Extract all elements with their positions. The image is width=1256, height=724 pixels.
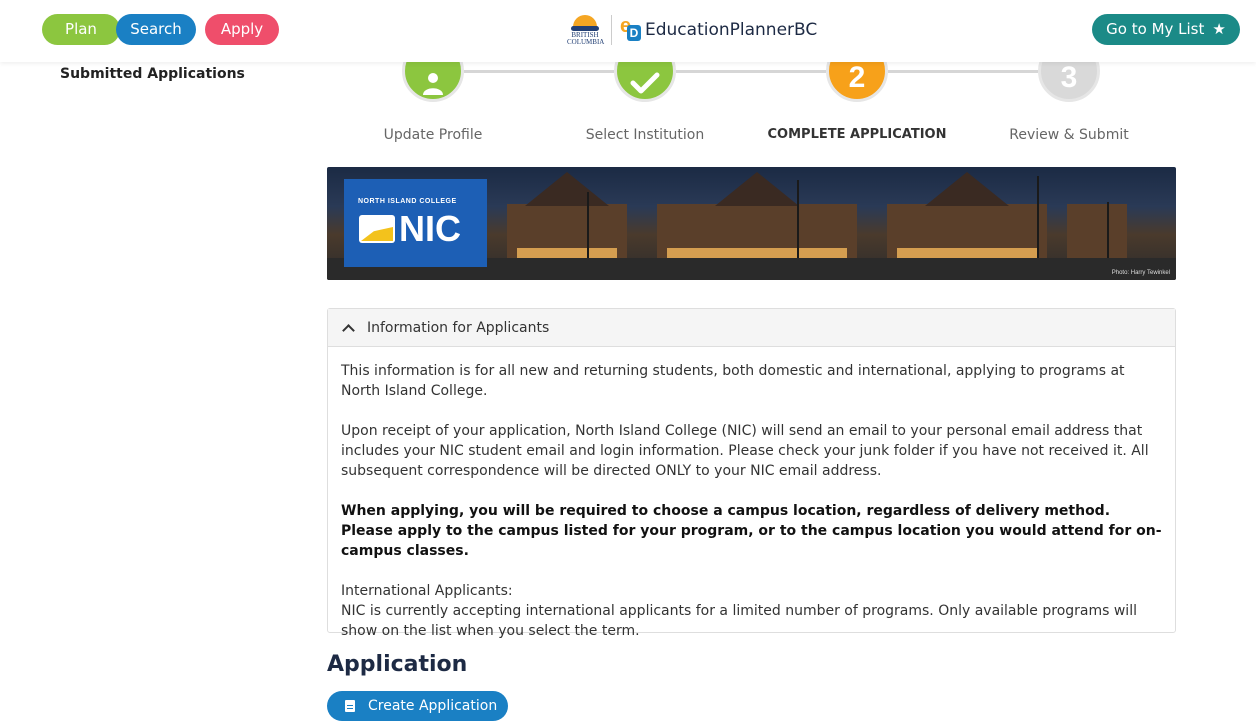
step-complete-application-circle: 2 <box>826 62 888 102</box>
user-icon <box>423 73 443 95</box>
info-paragraph: NIC is currently accepting international… <box>341 603 1137 639</box>
step-label-review-submit: Review & Submit <box>1009 127 1129 143</box>
application-heading: Application <box>327 652 468 677</box>
information-panel-toggle[interactable]: Information for Applicants <box>328 309 1175 347</box>
information-panel-title: Information for Applicants <box>367 319 550 336</box>
information-panel-body: This information is for all new and retu… <box>328 347 1175 641</box>
step-review-submit-circle: 3 <box>1038 62 1100 102</box>
college-banner-image: NORTH ISLAND COLLEGE NIC Photo: Harry Te… <box>327 167 1176 280</box>
search-nav-button[interactable]: Search <box>116 14 196 45</box>
create-application-label: Create Application <box>368 698 498 714</box>
nic-logo-text: NIC <box>399 208 461 249</box>
step-label-complete-application: COMPLETE APPLICATION <box>767 127 947 142</box>
info-paragraph-campus-notice: When applying, you will be required to c… <box>341 503 1162 559</box>
info-paragraph-international-heading: International Applicants: <box>341 583 513 599</box>
info-paragraph: This information is for all new and retu… <box>341 363 1125 399</box>
info-paragraph: Upon receipt of your application, North … <box>341 423 1149 479</box>
step-number: 3 <box>1060 62 1078 94</box>
application-progress-stepper: 2 3 Update Profile Select Institution CO… <box>330 62 1176 152</box>
top-navigation-bar: Plan Search Apply BRITISH COLUMBIA e D E… <box>0 0 1256 62</box>
go-to-my-list-label: Go to My List <box>1106 20 1205 38</box>
bc-government-logo: BRITISH COLUMBIA <box>567 13 605 47</box>
sidebar-item-submitted-applications[interactable]: Submitted Applications <box>60 66 245 82</box>
bc-logo-caption: BRITISH COLUMBIA <box>567 31 605 46</box>
step-connector <box>888 70 1038 73</box>
college-name-caption: NORTH ISLAND COLLEGE <box>358 198 457 205</box>
apply-nav-button[interactable]: Apply <box>205 14 279 45</box>
step-number: 2 <box>848 62 866 94</box>
nic-logo: NORTH ISLAND COLLEGE NIC <box>344 179 487 267</box>
site-logo[interactable]: BRITISH COLUMBIA e D EducationPlannerBC <box>567 12 817 48</box>
create-application-button[interactable]: Create Application <box>327 691 508 721</box>
step-label-update-profile: Update Profile <box>383 127 483 143</box>
photo-credit: Photo: Harry Tewinkel <box>1111 270 1170 276</box>
document-icon <box>345 700 355 712</box>
plan-nav-button[interactable]: Plan <box>42 14 120 45</box>
go-to-my-list-button[interactable]: Go to My List ★ <box>1092 14 1240 45</box>
brand-name: EducationPlannerBC <box>645 20 818 40</box>
chevron-up-icon <box>342 323 355 337</box>
education-planner-logo-icon: e D <box>620 15 642 43</box>
step-select-institution-circle <box>614 62 676 102</box>
star-icon: ★ <box>1212 20 1226 38</box>
information-for-applicants-panel: Information for Applicants This informat… <box>327 308 1176 639</box>
step-update-profile-circle <box>402 62 464 102</box>
step-label-select-institution: Select Institution <box>585 127 705 143</box>
check-icon <box>630 72 660 94</box>
step-connector <box>464 70 614 73</box>
step-connector <box>676 70 826 73</box>
